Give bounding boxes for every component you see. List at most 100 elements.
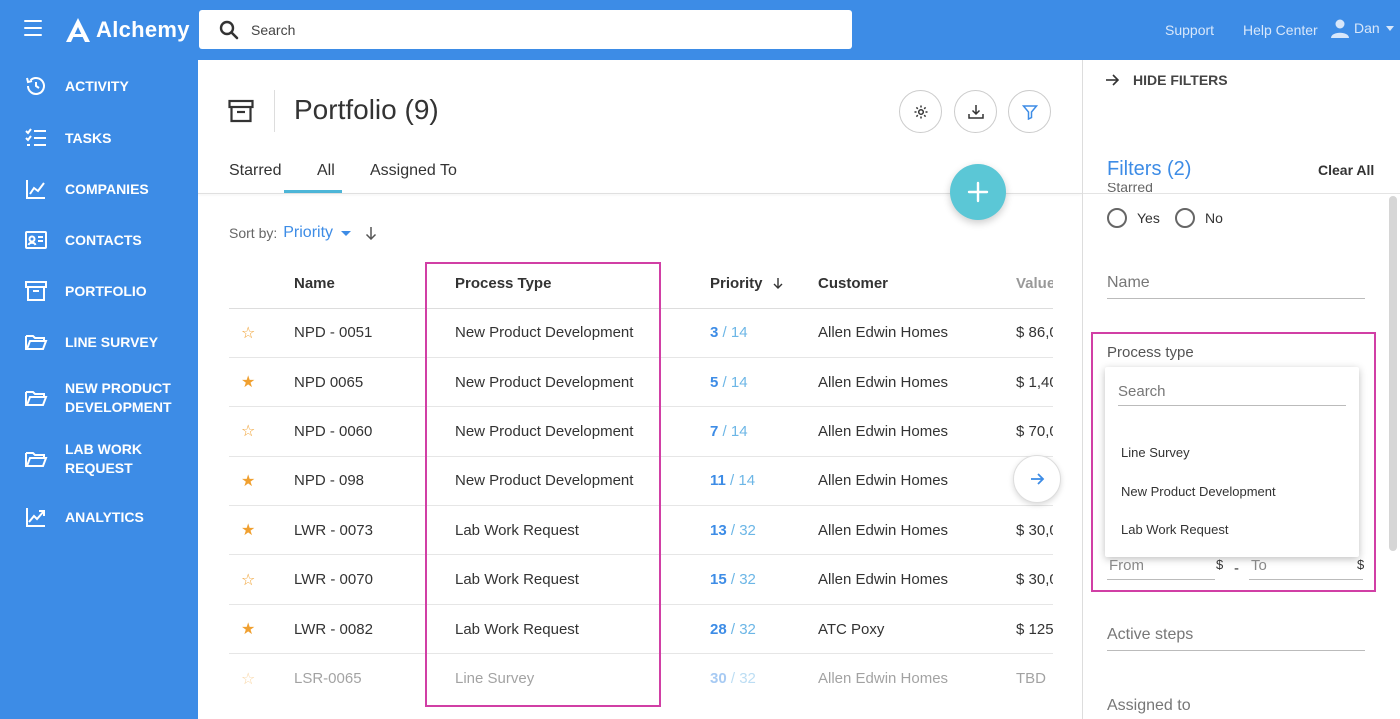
arrow-down-icon — [773, 278, 783, 290]
value-cell: $ 70,0 — [1016, 406, 1053, 457]
table-row[interactable]: ★ NPD - 098 New Product Development 11 / 14… — [229, 456, 1053, 507]
table-body: ☆ NPD - 0051 New Product Development 3 / 14… — [229, 308, 1053, 703]
name-cell[interactable]: LWR - 0070 — [294, 554, 455, 605]
priority-cell: 5 / 14 — [710, 357, 818, 408]
clear-all-button[interactable]: Clear All — [1318, 162, 1374, 178]
star-cell: ★ — [229, 456, 294, 507]
column-header-process-type[interactable]: Process Type — [455, 260, 710, 309]
radio-label: No — [1205, 210, 1223, 226]
sidebar-item-line-survey[interactable]: LINE SURVEY — [0, 330, 198, 354]
value-cell: $ 30,0 — [1016, 505, 1053, 556]
name-cell[interactable]: NPD 0065 — [294, 357, 455, 408]
star-outline-icon[interactable]: ☆ — [241, 323, 255, 343]
option-line-survey[interactable]: Line Survey — [1121, 445, 1190, 460]
name-cell[interactable]: NPD - 0060 — [294, 406, 455, 457]
sidebar-item-analytics[interactable]: ANALYTICS — [0, 505, 198, 529]
customer-cell: Allen Edwin Homes — [818, 456, 1016, 507]
assigned-to-filter-field[interactable]: Assigned to — [1107, 697, 1365, 719]
priority-rank: 7 — [710, 422, 719, 440]
search-icon — [219, 20, 239, 39]
sidebar-item-tasks[interactable]: TASKS — [0, 126, 198, 150]
sidebar-item-label: TASKS — [65, 129, 112, 146]
global-search[interactable] — [199, 10, 852, 49]
support-link[interactable]: Support — [1165, 22, 1214, 38]
table-row[interactable]: ★ LWR - 0082 Lab Work Request 28 / 32 ATC Po… — [229, 604, 1053, 655]
sidebar-item-portfolio[interactable]: PORTFOLIO — [0, 279, 198, 303]
table-row[interactable]: ★ NPD 0065 New Product Development 5 / 14 Al… — [229, 357, 1053, 408]
priority-total: / 32 — [730, 670, 756, 688]
sort-direction-icon[interactable] — [365, 226, 377, 240]
column-header-customer[interactable]: Customer — [818, 260, 1016, 309]
star-filled-icon[interactable]: ★ — [241, 372, 255, 392]
sidebar-item-label: PORTFOLIO — [65, 282, 147, 299]
sidebar-item-new-product-development[interactable]: NEW PRODUCT DEVELOPMENT — [0, 380, 198, 415]
star-filled-icon[interactable]: ★ — [241, 520, 255, 540]
name-cell[interactable]: LWR - 0082 — [294, 604, 455, 655]
star-filled-icon[interactable]: ★ — [241, 619, 255, 639]
column-header-value[interactable]: Value — [1016, 260, 1053, 309]
folder-open-icon — [25, 452, 48, 467]
user-menu[interactable]: Dan — [1330, 18, 1394, 38]
hide-filters-button[interactable]: HIDE FILTERS — [1105, 72, 1228, 88]
star-outline-icon[interactable]: ☆ — [241, 570, 255, 590]
option-new-product-development[interactable]: New Product Development — [1121, 484, 1276, 499]
hamburger-menu-icon[interactable] — [24, 20, 42, 36]
folder-open-icon — [25, 335, 48, 350]
tab-assigned-to[interactable]: Assigned To — [370, 162, 457, 180]
name-filter-field[interactable]: Name — [1107, 274, 1365, 299]
value-to-field[interactable]: To — [1251, 557, 1267, 574]
app-name: Alchemy — [96, 17, 190, 42]
chevron-down-icon — [1385, 25, 1394, 31]
table-row[interactable]: ★ LWR - 0073 Lab Work Request 13 / 32 Allen … — [229, 505, 1053, 556]
filter-panel: HIDE FILTERS Filters (2) Clear All Starr… — [1082, 60, 1400, 719]
starred-no-radio[interactable]: No — [1175, 208, 1223, 228]
table-row[interactable]: ☆ LWR - 0070 Lab Work Request 15 / 32 Allen … — [229, 554, 1053, 605]
download-button[interactable] — [954, 90, 997, 133]
search-input[interactable] — [251, 21, 811, 38]
process-type-search-input[interactable]: Search — [1118, 383, 1346, 406]
sort-select[interactable]: Priority — [283, 224, 333, 242]
name-cell[interactable]: NPD - 098 — [294, 456, 455, 507]
starred-filter-label: Starred — [1107, 183, 1153, 195]
sidebar-item-companies[interactable]: COMPANIES — [0, 177, 198, 201]
table-row[interactable]: ☆ NPD - 0051 New Product Development 3 / 14… — [229, 308, 1053, 358]
user-name: Dan — [1354, 20, 1380, 36]
star-outline-icon[interactable]: ☆ — [241, 669, 255, 689]
value-from-field[interactable]: From — [1109, 557, 1144, 574]
sidebar: ACTIVITY TASKS COMPANIES CONTACTS PORTFO… — [0, 60, 198, 719]
column-header-priority[interactable]: Priority — [710, 260, 818, 309]
sidebar-item-contacts[interactable]: CONTACTS — [0, 228, 198, 252]
filter-panel-scrollbar[interactable] — [1389, 196, 1397, 551]
option-lab-work-request[interactable]: Lab Work Request — [1121, 522, 1228, 537]
table-row[interactable]: ☆ LSR-0065 Line Survey 30 / 32 Allen Edwin H… — [229, 654, 1053, 703]
radio-label: Yes — [1137, 210, 1160, 226]
download-icon — [967, 104, 984, 119]
chevron-down-icon[interactable] — [341, 230, 352, 236]
from-currency: $ — [1216, 557, 1224, 572]
tab-all[interactable]: All — [317, 162, 335, 180]
column-header-name[interactable]: Name — [294, 260, 455, 309]
app-logo[interactable]: Alchemy — [64, 14, 190, 46]
tab-starred[interactable]: Starred — [229, 162, 281, 180]
star-filled-icon[interactable]: ★ — [241, 471, 255, 491]
table-row[interactable]: ☆ NPD - 0060 New Product Development 7 / 14… — [229, 406, 1053, 457]
name-cell[interactable]: NPD - 0051 — [294, 308, 455, 358]
name-cell[interactable]: LSR-0065 — [294, 654, 455, 703]
radio-circle — [1107, 208, 1127, 228]
funnel-icon — [1021, 104, 1038, 120]
help-center-link[interactable]: Help Center — [1243, 22, 1318, 38]
priority-rank: 11 — [710, 472, 726, 490]
settings-button[interactable] — [899, 90, 942, 133]
add-button[interactable] — [950, 164, 1006, 220]
name-cell[interactable]: LWR - 0073 — [294, 505, 455, 556]
page-title: Portfolio (9) — [294, 94, 439, 125]
scroll-right-button[interactable] — [1013, 455, 1061, 503]
active-steps-filter-field[interactable]: Active steps — [1107, 626, 1365, 651]
star-outline-icon[interactable]: ☆ — [241, 421, 255, 441]
process-type-cell: New Product Development — [455, 308, 710, 358]
filter-button[interactable] — [1008, 90, 1051, 133]
sidebar-item-lab-work-request[interactable]: LAB WORK REQUEST — [0, 441, 198, 476]
priority-rank: 5 — [710, 373, 719, 391]
sidebar-item-activity[interactable]: ACTIVITY — [0, 74, 198, 98]
starred-yes-radio[interactable]: Yes — [1107, 208, 1160, 228]
